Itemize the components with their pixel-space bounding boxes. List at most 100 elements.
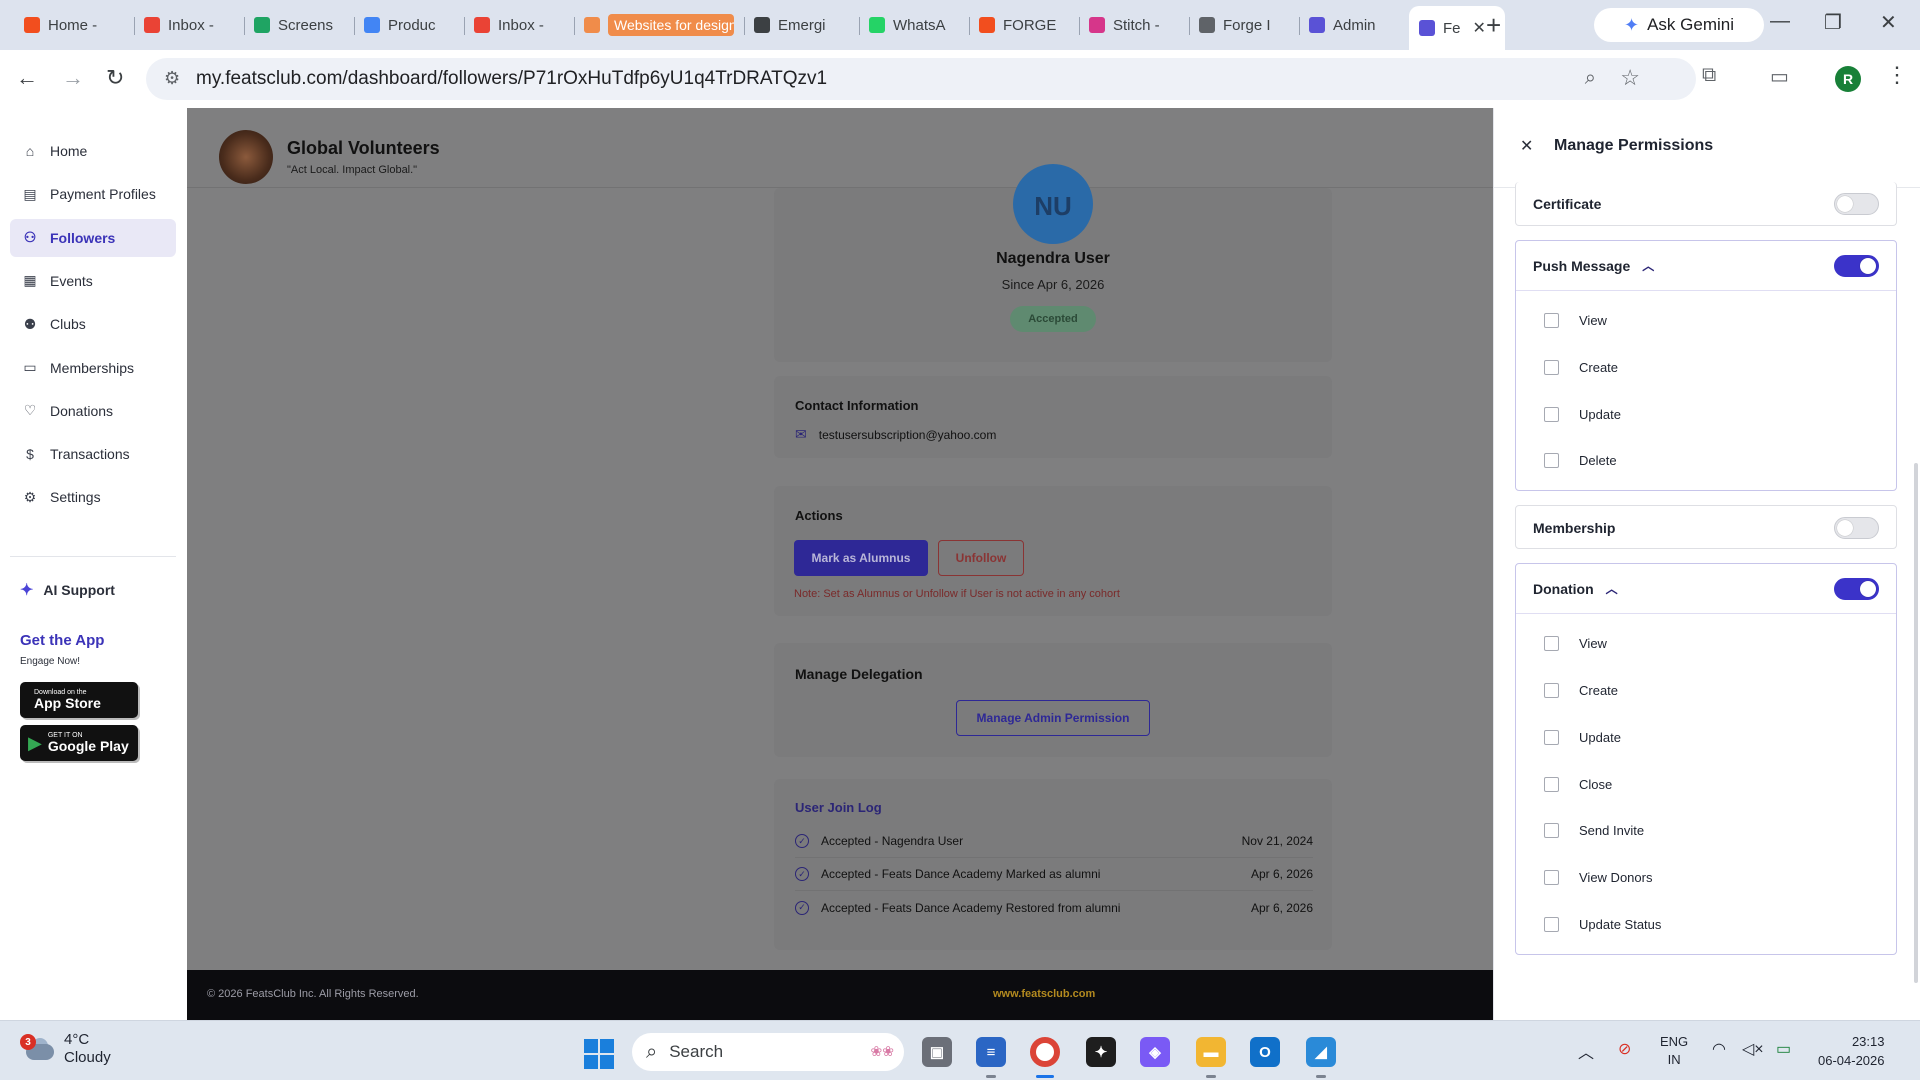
- permission-option[interactable]: View: [1544, 636, 1607, 652]
- mark-alumnus-button[interactable]: Mark as Alumnus: [794, 540, 928, 576]
- sidebar-item-memberships[interactable]: ▭ Memberships: [10, 349, 176, 387]
- file-explorer-icon[interactable]: ▬: [1196, 1037, 1226, 1067]
- delegation-title: Manage Delegation: [795, 666, 923, 682]
- permission-option[interactable]: Close: [1544, 776, 1612, 792]
- volume-muted-icon[interactable]: ◁×: [1742, 1039, 1764, 1059]
- sidebar-divider: [10, 556, 176, 557]
- permission-checkbox[interactable]: [1544, 729, 1559, 745]
- outlook-icon[interactable]: O: [1250, 1037, 1280, 1067]
- browser-tab[interactable]: FORGE: [969, 8, 1079, 42]
- permission-option[interactable]: Delete: [1544, 453, 1617, 469]
- drawer-scrollbar[interactable]: [1914, 463, 1918, 983]
- figma-icon[interactable]: ✦: [1086, 1037, 1116, 1067]
- permission-option[interactable]: Create: [1544, 359, 1618, 375]
- restore-icon[interactable]: ❐: [1824, 10, 1842, 35]
- chevron-up-icon[interactable]: ︿: [1606, 580, 1618, 597]
- bookmark-star-icon[interactable]: ☆: [1620, 65, 1640, 91]
- profile-avatar[interactable]: R: [1835, 66, 1861, 92]
- permission-checkbox[interactable]: [1544, 916, 1559, 932]
- security-icon[interactable]: ⊘: [1618, 1039, 1631, 1059]
- address-bar[interactable]: ⚙ my.featsclub.com/dashboard/followers/P…: [146, 58, 1696, 100]
- copilot-icon[interactable]: ◈: [1140, 1037, 1170, 1067]
- permission-checkbox[interactable]: [1544, 823, 1559, 839]
- language-indicator[interactable]: ENG IN: [1660, 1033, 1688, 1069]
- manage-admin-permission-button[interactable]: Manage Admin Permission: [956, 700, 1150, 736]
- back-arrow-icon[interactable]: ←: [16, 64, 38, 92]
- permission-toggle[interactable]: [1834, 578, 1879, 601]
- browser-tab[interactable]: Screens: [244, 8, 354, 42]
- permission-checkbox[interactable]: [1544, 682, 1559, 698]
- permission-toggle[interactable]: [1834, 255, 1879, 277]
- browser-tab[interactable]: Home -: [14, 8, 134, 42]
- permission-checkbox[interactable]: [1544, 406, 1559, 422]
- sidebar-item-events[interactable]: ▦ Events: [10, 262, 176, 300]
- close-icon[interactable]: ✕: [1520, 136, 1533, 156]
- wifi-icon[interactable]: ◠: [1712, 1039, 1726, 1059]
- permission-section-header[interactable]: Donation ︿: [1516, 564, 1896, 615]
- browser-tab[interactable]: WhatsA: [859, 8, 969, 42]
- chevron-up-icon[interactable]: ︿: [1642, 257, 1654, 274]
- ask-gemini-button[interactable]: ✦ Ask Gemini: [1594, 8, 1764, 42]
- sidebar-item-transactions[interactable]: $ Transactions: [10, 435, 176, 473]
- browser-menu-icon[interactable]: ⋮: [1886, 62, 1908, 88]
- google-play-button[interactable]: ▶ GET IT ON Google Play: [20, 725, 138, 761]
- tab-close-icon[interactable]: ✕: [1473, 18, 1486, 38]
- unfollow-button[interactable]: Unfollow: [938, 540, 1024, 576]
- windows-start-icon[interactable]: [584, 1039, 614, 1069]
- footer-site-link[interactable]: www.featsclub.com: [993, 988, 1095, 1000]
- permission-section-header[interactable]: Certificate: [1516, 182, 1896, 226]
- browser-tab[interactable]: Produc: [354, 8, 464, 42]
- new-tab-button[interactable]: +: [1486, 10, 1501, 40]
- clock[interactable]: 23:13 06-04-2026: [1818, 1033, 1885, 1071]
- permission-option[interactable]: Update: [1544, 729, 1621, 745]
- ai-support-link[interactable]: ✦ AI Support: [20, 580, 115, 600]
- browser-tab[interactable]: Inbox -: [464, 8, 574, 42]
- sidebar-item-home[interactable]: ⌂ Home: [10, 132, 176, 170]
- browser-tab[interactable]: Emergi: [744, 8, 859, 42]
- permission-checkbox[interactable]: [1544, 453, 1559, 469]
- sidebar-item-payment-profiles[interactable]: ▤ Payment Profiles: [10, 175, 176, 213]
- chrome-icon[interactable]: [1030, 1037, 1060, 1067]
- extensions-icon[interactable]: ⧉: [1702, 64, 1716, 87]
- permission-option[interactable]: Update: [1544, 406, 1621, 422]
- battery-icon[interactable]: ▭: [1776, 1039, 1791, 1059]
- permission-checkbox[interactable]: [1544, 776, 1559, 792]
- permission-option[interactable]: View: [1544, 313, 1607, 328]
- permission-section-header[interactable]: Push Message ︿: [1516, 241, 1896, 291]
- taskbar-search[interactable]: ⌕ Search ❀❀: [632, 1033, 904, 1071]
- sidebar-item-donations[interactable]: ♡ Donations: [10, 392, 176, 430]
- permission-toggle[interactable]: [1834, 193, 1879, 215]
- permission-option[interactable]: Update Status: [1544, 916, 1661, 932]
- reload-icon[interactable]: ↻: [106, 64, 124, 92]
- browser-tab[interactable]: Admin: [1299, 8, 1409, 42]
- browser-tab[interactable]: Inbox -: [134, 8, 244, 42]
- permission-checkbox[interactable]: [1544, 313, 1559, 328]
- permission-toggle[interactable]: [1834, 517, 1879, 540]
- browser-tab[interactable]: Forge I: [1189, 8, 1299, 42]
- permission-option[interactable]: View Donors: [1544, 870, 1652, 886]
- permission-section-header[interactable]: Membership: [1516, 506, 1896, 550]
- zoom-icon[interactable]: ⌕: [1585, 67, 1596, 90]
- notepad-icon[interactable]: ≡: [976, 1037, 1006, 1067]
- window-close-icon[interactable]: ✕: [1880, 10, 1897, 35]
- sidebar-item-settings[interactable]: ⚙ Settings: [10, 478, 176, 516]
- browser-tab[interactable]: Stitch -: [1079, 8, 1189, 42]
- forward-arrow-icon[interactable]: →: [62, 64, 84, 92]
- permission-option[interactable]: Create: [1544, 682, 1618, 698]
- permission-checkbox[interactable]: [1544, 870, 1559, 886]
- permission-option[interactable]: Send Invite: [1544, 823, 1644, 839]
- minimize-icon[interactable]: —: [1770, 10, 1790, 33]
- sidebar-item-clubs[interactable]: ⚉ Clubs: [10, 305, 176, 343]
- tray-chevron-icon[interactable]: ︿: [1578, 1039, 1594, 1063]
- browser-tab-title: Inbox -: [168, 16, 214, 34]
- sidebar-item-followers[interactable]: ⚇ Followers: [10, 218, 176, 257]
- cast-icon[interactable]: ▭: [1770, 64, 1789, 89]
- task-view-icon[interactable]: ▣: [922, 1037, 952, 1067]
- permission-checkbox[interactable]: [1544, 636, 1559, 652]
- photos-icon[interactable]: ◢: [1306, 1037, 1336, 1067]
- permission-checkbox[interactable]: [1544, 359, 1559, 375]
- app-store-button[interactable]: Download on the App Store: [20, 682, 138, 718]
- site-info-icon[interactable]: ⚙: [164, 68, 180, 89]
- weather-widget[interactable]: 3 4°C Cloudy: [20, 1031, 111, 1067]
- browser-tab[interactable]: Websites for design In: [574, 8, 744, 42]
